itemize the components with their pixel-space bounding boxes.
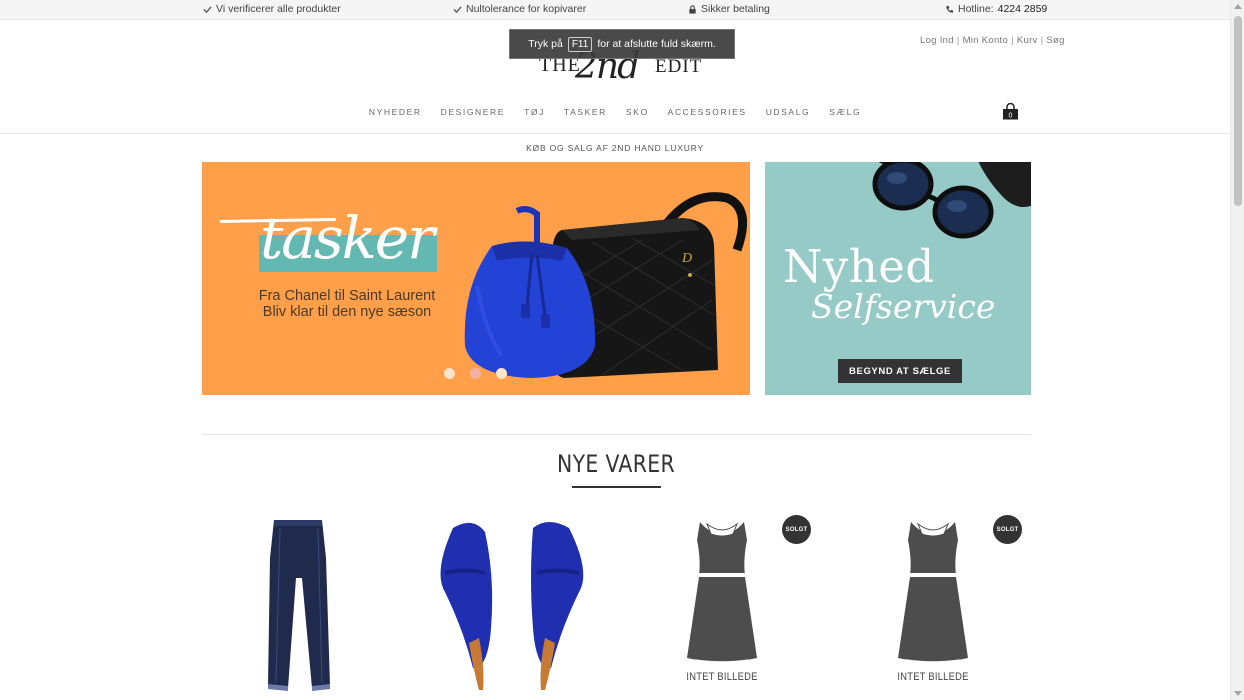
check-icon [453, 5, 462, 13]
login-link[interactable]: Log Ind [920, 35, 954, 46]
page-scrollbar[interactable] [1230, 0, 1244, 700]
blue-bucket-bag-image [464, 206, 596, 378]
svg-text:D: D [681, 251, 692, 266]
account-links: Log Ind | Min Konto | Kurv | Søg [920, 35, 1065, 46]
tagline: KØB OG SALG AF 2ND HAND LUXURY [526, 143, 704, 153]
scrollbar-thumb[interactable] [1234, 16, 1242, 206]
nav-toj[interactable]: TØJ [524, 107, 545, 117]
fullscreen-notice: Tryk på F11 for at afslutte fuld skærm. [509, 29, 735, 59]
search-link[interactable]: Søg [1046, 35, 1064, 46]
hotline-number[interactable]: 4224 2859 [998, 3, 1048, 15]
lock-icon [689, 4, 696, 14]
nav-sko[interactable]: SKO [626, 107, 649, 117]
product-card[interactable]: INTET BILLEDE SOLGT [627, 512, 817, 700]
f11-key: F11 [567, 36, 593, 52]
nav-designere[interactable]: DESIGNERE [441, 107, 505, 117]
hero-script-word: tasker [260, 204, 435, 272]
blue-heels-image [440, 522, 584, 690]
carousel-dots [444, 368, 507, 379]
main-nav: NYHEDER DESIGNERE TØJ TASKER SKO ACCESSO… [0, 107, 1230, 117]
hero-subtitle-line1: Fra Chanel til Saint Laurent [258, 288, 436, 304]
product-card[interactable]: INTET BILLEDE SOLGT [838, 512, 1028, 700]
carousel-dot-3[interactable] [496, 368, 507, 379]
usp-secure: Sikker betaling [688, 3, 770, 15]
cart-count: 0 [1009, 112, 1013, 119]
section-title-underline [572, 486, 661, 488]
my-account-link[interactable]: Min Konto [963, 35, 1008, 46]
header-divider [0, 133, 1230, 134]
fullscreen-notice-before: Tryk på [528, 38, 563, 50]
top-info-bar: Vi verificerer alle produkter Nultoleran… [0, 0, 1230, 20]
product-card[interactable] [415, 512, 605, 700]
nav-saelg[interactable]: SÆLG [829, 107, 861, 117]
separator: | [956, 35, 960, 46]
hotline: Hotline: 4224 2859 [945, 3, 1047, 15]
hero-carousel-banner[interactable]: tasker Fra Chanel til Saint Laurent Bliv… [202, 162, 750, 395]
usp-secure-text: Sikker betaling [701, 3, 770, 15]
no-image-label: INTET BILLEDE [686, 671, 758, 683]
sold-badge: SOLGT [782, 515, 811, 544]
phone-icon [946, 5, 954, 13]
nav-tasker[interactable]: TASKER [564, 107, 607, 117]
hotline-label: Hotline: [958, 3, 994, 15]
dress-placeholder-icon [898, 522, 968, 663]
usp-tolerance: Nultolerance for kopivarer [453, 3, 586, 15]
carousel-dot-1[interactable] [444, 368, 455, 379]
section-title: NYE VARER [556, 450, 675, 478]
jeans-image [268, 520, 330, 691]
nav-accessories[interactable]: ACCESSORIES [668, 107, 747, 117]
nav-nyheder[interactable]: NYHEDER [369, 107, 422, 117]
check-icon [203, 5, 212, 13]
sunglasses-image [872, 162, 1031, 239]
no-image-label: INTET BILLEDE [897, 671, 969, 683]
separator: | [1040, 35, 1044, 46]
usp-verify-text: Vi verificerer alle produkter [216, 3, 341, 15]
scroll-up-arrow-icon[interactable] [1234, 4, 1242, 9]
selfservice-subtitle: Selfservice [811, 287, 996, 326]
separator: | [1011, 35, 1014, 46]
sold-badge: SOLGT [993, 515, 1022, 544]
dress-placeholder-icon [687, 522, 757, 663]
shopping-bag-icon[interactable]: 0 [1002, 103, 1019, 120]
carousel-dot-2[interactable] [470, 368, 481, 379]
hero-subtitle: Fra Chanel til Saint Laurent Bliv klar t… [242, 288, 452, 320]
cart-link[interactable]: Kurv [1017, 35, 1038, 46]
scroll-down-arrow-icon[interactable] [1234, 691, 1242, 696]
logo-edit: EDIT [655, 56, 703, 77]
usp-verify: Vi verificerer alle produkter [203, 3, 341, 15]
product-card[interactable] [205, 512, 395, 700]
section-divider [202, 434, 1031, 435]
selfservice-title: Nyhed [783, 240, 935, 293]
fullscreen-notice-after: for at afslutte fuld skærm. [597, 38, 716, 50]
selfservice-banner[interactable]: Nyhed Selfservice BEGYND AT SÆLGE [765, 162, 1031, 395]
hero-subtitle-line2: Bliv klar til den nye sæson [262, 304, 432, 320]
usp-tolerance-text: Nultolerance for kopivarer [466, 3, 587, 15]
nav-udsalg[interactable]: UDSALG [766, 107, 811, 117]
start-selling-button[interactable]: BEGYND AT SÆLGE [838, 359, 962, 383]
